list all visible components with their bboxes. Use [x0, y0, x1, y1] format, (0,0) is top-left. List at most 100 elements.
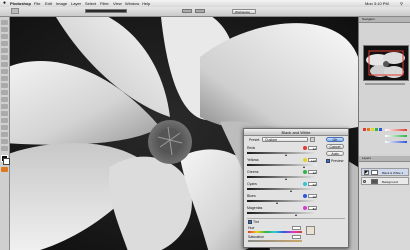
swatch-red[interactable] — [363, 128, 366, 131]
dialog-divider — [247, 218, 345, 219]
slider-thumb[interactable] — [303, 166, 305, 168]
saturation-slider-track[interactable] — [248, 240, 302, 242]
slider-thumb[interactable] — [290, 190, 292, 192]
swatch-yellow[interactable] — [371, 128, 374, 131]
lasso-tool[interactable] — [1, 34, 8, 39]
color-slider[interactable] — [385, 135, 407, 137]
navigator-thumbnail[interactable] — [363, 45, 409, 81]
layer-row-adjustment[interactable]: Black & White 1 — [361, 168, 409, 176]
cancel-button[interactable]: Cancel — [326, 144, 344, 149]
workspace-menu[interactable]: Workspace — [232, 8, 256, 14]
layer-name: Background — [382, 180, 399, 184]
menu-image[interactable]: Image — [56, 1, 67, 6]
menu-filter[interactable]: Filter — [100, 1, 109, 6]
eyedropper-tool[interactable] — [1, 55, 8, 60]
saturation-value-field[interactable] — [292, 234, 301, 239]
app-menu[interactable]: Photoshop — [10, 1, 31, 6]
dialog-title-bar[interactable]: Black and White — [244, 129, 348, 136]
slider-label: Yellows — [247, 158, 259, 162]
menu-select[interactable]: Select — [85, 1, 96, 6]
slider-value-field[interactable]: 40 — [308, 145, 317, 151]
slider-value-field[interactable]: 80 — [308, 205, 317, 211]
history-brush-tool[interactable] — [1, 83, 8, 88]
auto-button[interactable]: Auto — [326, 151, 344, 156]
tab-navigator[interactable]: Navigator — [362, 17, 375, 22]
brush-tool[interactable] — [1, 69, 8, 74]
slider-track[interactable] — [247, 212, 317, 214]
zoom-tool[interactable] — [1, 146, 8, 151]
shape-tool[interactable] — [1, 132, 8, 137]
move-tool[interactable] — [1, 20, 8, 25]
color-swatch-icon — [303, 206, 307, 210]
layer-row-background[interactable]: Background — [361, 177, 409, 185]
swatch-blue[interactable] — [379, 128, 382, 131]
options-bar-field[interactable] — [85, 9, 127, 13]
slider-track[interactable] — [247, 200, 317, 202]
slider-value-field[interactable]: 60 — [308, 181, 317, 187]
marquee-tool[interactable] — [1, 27, 8, 32]
preview-checkbox[interactable] — [326, 159, 330, 163]
apple-menu-icon[interactable]: ● — [3, 1, 6, 6]
slider-thumb[interactable] — [276, 202, 278, 204]
menu-window[interactable]: Window — [125, 1, 139, 6]
spotlight-icon[interactable]: ⚲ — [400, 1, 403, 6]
eye-icon[interactable] — [363, 180, 366, 183]
type-tool[interactable] — [1, 118, 8, 123]
slider-value-field[interactable]: 20 — [308, 193, 317, 199]
color-swatch-icon — [303, 194, 307, 198]
preset-label: Preset: — [249, 138, 261, 142]
hue-slider-track[interactable] — [248, 231, 302, 233]
healing-tool[interactable] — [1, 62, 8, 67]
dialog-title: Black and White — [281, 129, 311, 135]
layer-name: Black & White 1 — [382, 171, 404, 175]
toolbox — [0, 17, 10, 250]
preset-select[interactable]: Custom — [262, 137, 308, 142]
tint-checkbox[interactable] — [248, 220, 252, 224]
pen-tool[interactable] — [1, 111, 8, 116]
tab-layers[interactable]: Layers — [362, 156, 371, 161]
eraser-tool[interactable] — [1, 90, 8, 95]
menu-file[interactable]: File — [34, 1, 40, 6]
preset-value: Custom — [265, 138, 278, 142]
dodge-tool[interactable] — [1, 104, 8, 109]
slider-thumb[interactable] — [295, 214, 297, 216]
layer-thumbnail — [371, 179, 378, 184]
slider-track[interactable] — [247, 188, 317, 190]
crop-tool[interactable] — [1, 48, 8, 53]
slider-track[interactable] — [247, 152, 317, 154]
slider-track[interactable] — [247, 176, 317, 178]
color-slider[interactable] — [385, 129, 407, 131]
layers-panel: Black & White 1 Background — [359, 162, 410, 250]
slider-label: Magentas — [247, 206, 263, 210]
preset-options-icon[interactable] — [310, 137, 315, 142]
panel-dock: Navigator Layers Black & White 1 Backgro… — [358, 17, 410, 250]
clone-stamp-tool[interactable] — [1, 76, 8, 81]
menu-layer[interactable]: Layer — [71, 1, 81, 6]
bridge-button[interactable] — [195, 9, 205, 13]
hand-tool[interactable] — [1, 139, 8, 144]
hue-value-field[interactable] — [292, 225, 301, 230]
quick-mask-button[interactable] — [1, 167, 8, 172]
ok-button[interactable]: OK — [326, 137, 344, 142]
slider-value-field[interactable]: 40 — [308, 169, 317, 175]
slider-thumb[interactable] — [285, 178, 287, 180]
swatches-panel — [359, 121, 410, 154]
color-slider[interactable] — [385, 141, 407, 143]
quick-select-tool[interactable] — [1, 41, 8, 46]
tint-color-swatch[interactable] — [306, 226, 315, 235]
swatch-green[interactable] — [375, 128, 378, 131]
options-bar-button[interactable] — [182, 9, 192, 13]
menu-help[interactable]: Help — [142, 1, 150, 6]
menu-view[interactable]: View — [113, 1, 122, 6]
tool-preset-picker[interactable] — [11, 8, 19, 14]
gradient-tool[interactable] — [1, 97, 8, 102]
slider-track[interactable] — [247, 164, 317, 166]
swatch-orange[interactable] — [367, 128, 370, 131]
slider-reds: Reds 40 — [247, 145, 317, 157]
path-select-tool[interactable] — [1, 125, 8, 130]
background-color-swatch[interactable] — [3, 158, 10, 165]
zoom-slider[interactable] — [365, 83, 405, 85]
slider-value-field[interactable]: 120 — [308, 157, 317, 163]
slider-thumb[interactable] — [285, 154, 287, 156]
menu-edit[interactable]: Edit — [45, 1, 52, 6]
